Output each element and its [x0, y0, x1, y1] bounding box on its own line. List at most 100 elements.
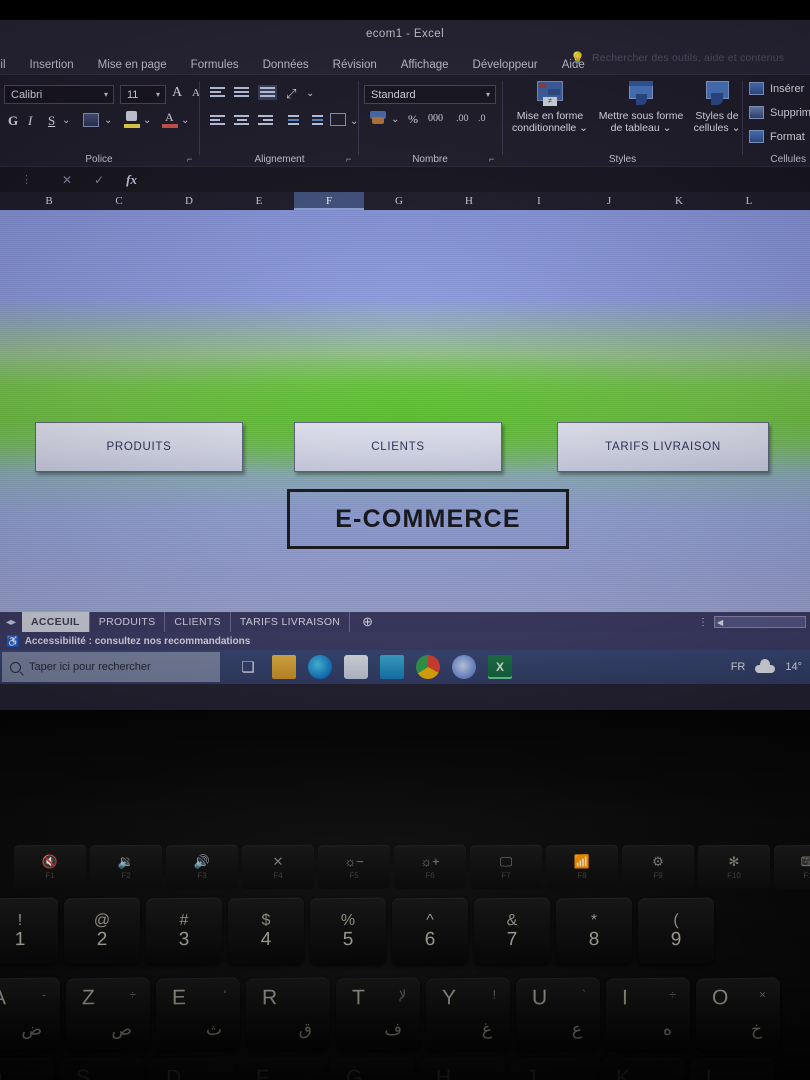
key-f3[interactable]: 🔊 F3: [166, 844, 238, 890]
underline-chevron-icon[interactable]: ⌄: [62, 115, 70, 126]
column-header-E[interactable]: E: [224, 192, 294, 210]
key-3[interactable]: # 3: [146, 897, 222, 965]
column-header-H[interactable]: H: [434, 192, 504, 210]
font-name-combo[interactable]: Calibri ▾: [4, 85, 114, 104]
orientation-icon[interactable]: ⤢: [286, 86, 296, 102]
file-explorer-icon[interactable]: [272, 655, 296, 679]
tab-revision[interactable]: Révision: [321, 59, 389, 74]
borders-icon[interactable]: [83, 113, 99, 127]
ribbon-tab-strip[interactable]: eil Insertion Mise en page Formules Donn…: [0, 48, 810, 74]
key-e[interactable]: E ' ث: [156, 977, 240, 1051]
align-left-icon[interactable]: [210, 115, 225, 126]
sheet-tab-clients[interactable]: CLIENTS: [165, 612, 231, 632]
key-f1[interactable]: 🔇 F1: [14, 844, 86, 890]
column-header-L[interactable]: L: [714, 192, 784, 210]
nav-button-clients[interactable]: CLIENTS: [294, 422, 502, 472]
nav-button-produits[interactable]: PRODUITS: [35, 422, 243, 472]
alignement-dialog-launcher-icon[interactable]: ⌐: [346, 155, 355, 164]
align-middle-icon[interactable]: [234, 87, 249, 98]
insert-function-icon[interactable]: fx: [126, 172, 137, 188]
nombre-dialog-launcher-icon[interactable]: ⌐: [489, 155, 498, 164]
font-color-chevron-icon[interactable]: ⌄: [181, 115, 189, 126]
key-f11[interactable]: ⌨ F11: [774, 844, 810, 890]
tab-mise-en-page[interactable]: Mise en page: [86, 59, 179, 74]
tab-donnees[interactable]: Données: [251, 59, 321, 74]
conditional-formatting-button[interactable]: ≠ Mise en forme conditionnelle ⌄: [507, 81, 593, 134]
worksheet-canvas[interactable]: E-COMMERCE PRODUITS CLIENTS TARIFS LIVRA…: [0, 210, 810, 612]
insert-cells-button[interactable]: Insérer ⌄: [749, 82, 810, 95]
key-j[interactable]: J ت: [510, 1057, 594, 1080]
key-f5[interactable]: ☼− F5: [318, 844, 390, 890]
sheet-tab-acceuil[interactable]: ACCEUIL: [22, 612, 90, 632]
key-4[interactable]: $ 4: [228, 897, 304, 965]
key-1[interactable]: ! 1: [0, 897, 58, 965]
increase-font-size-icon[interactable]: A: [172, 85, 182, 101]
align-top-icon[interactable]: [210, 87, 225, 98]
key-7[interactable]: & 7: [474, 897, 550, 965]
key-h[interactable]: H ا: [420, 1057, 504, 1080]
tab-developpeur[interactable]: Développeur: [461, 59, 550, 74]
column-header-J[interactable]: J: [574, 192, 644, 210]
key-f9[interactable]: ⚙ F9: [622, 844, 694, 890]
decrease-indent-icon[interactable]: [284, 115, 299, 126]
delete-cells-button[interactable]: Supprimer ⌄: [749, 106, 810, 119]
key-8[interactable]: * 8: [556, 897, 632, 965]
key-f7[interactable]: 🖵 F7: [470, 844, 542, 890]
language-indicator[interactable]: FR: [731, 661, 746, 673]
ribbon-search-box[interactable]: 💡 Rechercher des outils, aide et contenu…: [570, 51, 784, 65]
cancel-entry-icon[interactable]: ✕: [62, 173, 72, 187]
edge-icon[interactable]: [308, 655, 332, 679]
mail-icon[interactable]: [380, 655, 404, 679]
chevron-down-icon[interactable]: ▾: [104, 90, 108, 99]
borders-chevron-icon[interactable]: ⌄: [104, 115, 112, 126]
column-header-F[interactable]: F: [294, 192, 364, 210]
key-l[interactable]: L م: [690, 1057, 774, 1080]
align-bottom-icon[interactable]: [258, 85, 277, 100]
chevron-down-icon[interactable]: ▾: [486, 90, 490, 99]
tab-formules[interactable]: Formules: [179, 59, 251, 74]
key-q[interactable]: Q ش: [0, 1057, 54, 1080]
font-size-combo[interactable]: 11 ▾: [120, 85, 166, 104]
fill-color-chevron-icon[interactable]: ⌄: [143, 115, 151, 126]
number-format-combo[interactable]: Standard ▾: [364, 85, 496, 104]
currency-format-icon[interactable]: [370, 111, 386, 125]
column-header-B[interactable]: B: [14, 192, 84, 210]
keyboard-number-row[interactable]: ! 1 @ 2 # 3 $ 4 % 5 ^ 6 & 7 * 8 (9: [0, 897, 720, 965]
increase-indent-icon[interactable]: [308, 115, 323, 126]
key-f6[interactable]: ☼+ F6: [394, 844, 466, 890]
keyboard-letter-row[interactable]: A - ض Z ÷ ص E ' ث R ق T لإ ف Y ! غ U ` ع…: [0, 977, 786, 1051]
key-r[interactable]: R ق: [246, 977, 330, 1051]
key-6[interactable]: ^ 6: [392, 897, 468, 965]
name-box-menu-icon[interactable]: ⋮: [21, 173, 32, 186]
horizontal-scrollbar[interactable]: ◀: [714, 616, 806, 628]
key-i[interactable]: I ÷ ه: [606, 977, 690, 1051]
key-s[interactable]: S س: [60, 1057, 144, 1080]
key-t[interactable]: T لإ ف: [336, 977, 420, 1051]
increase-decimal-icon[interactable]: .00: [456, 113, 469, 123]
font-color-icon[interactable]: A: [162, 110, 178, 128]
formula-input[interactable]: [151, 170, 810, 190]
format-as-table-button[interactable]: Mettre sous forme de tableau ⌄: [595, 81, 687, 134]
merge-cells-icon[interactable]: [330, 113, 346, 126]
tab-accueil[interactable]: eil: [0, 59, 18, 74]
key-5[interactable]: % 5: [310, 897, 386, 965]
key-f[interactable]: F ب: [240, 1057, 324, 1080]
key-f10[interactable]: ✻ F10: [698, 844, 770, 890]
thousands-separator-button[interactable]: 000: [428, 113, 443, 124]
decrease-decimal-icon[interactable]: .0: [478, 113, 486, 123]
align-right-icon[interactable]: [258, 115, 273, 126]
microsoft-store-icon[interactable]: [344, 655, 368, 679]
format-cells-button[interactable]: Format ⌄: [749, 130, 810, 143]
key-k[interactable]: K ن: [600, 1057, 684, 1080]
underline-button[interactable]: S: [48, 113, 55, 129]
police-dialog-launcher-icon[interactable]: ⌐: [187, 155, 196, 164]
key-z[interactable]: Z ÷ ص: [66, 977, 150, 1051]
orientation-chevron-icon[interactable]: ⌄: [306, 88, 314, 99]
sheet-tab-tarifs-livraison[interactable]: TARIFS LIVRAISON: [231, 612, 351, 632]
task-view-icon[interactable]: ❏: [236, 655, 260, 679]
weather-temperature[interactable]: 14°: [785, 661, 802, 673]
key-9[interactable]: ( 9: [638, 897, 714, 965]
key-g[interactable]: G ل: [330, 1057, 414, 1080]
tab-insertion[interactable]: Insertion: [18, 59, 86, 74]
key-f2[interactable]: 🔉 F2: [90, 844, 162, 890]
